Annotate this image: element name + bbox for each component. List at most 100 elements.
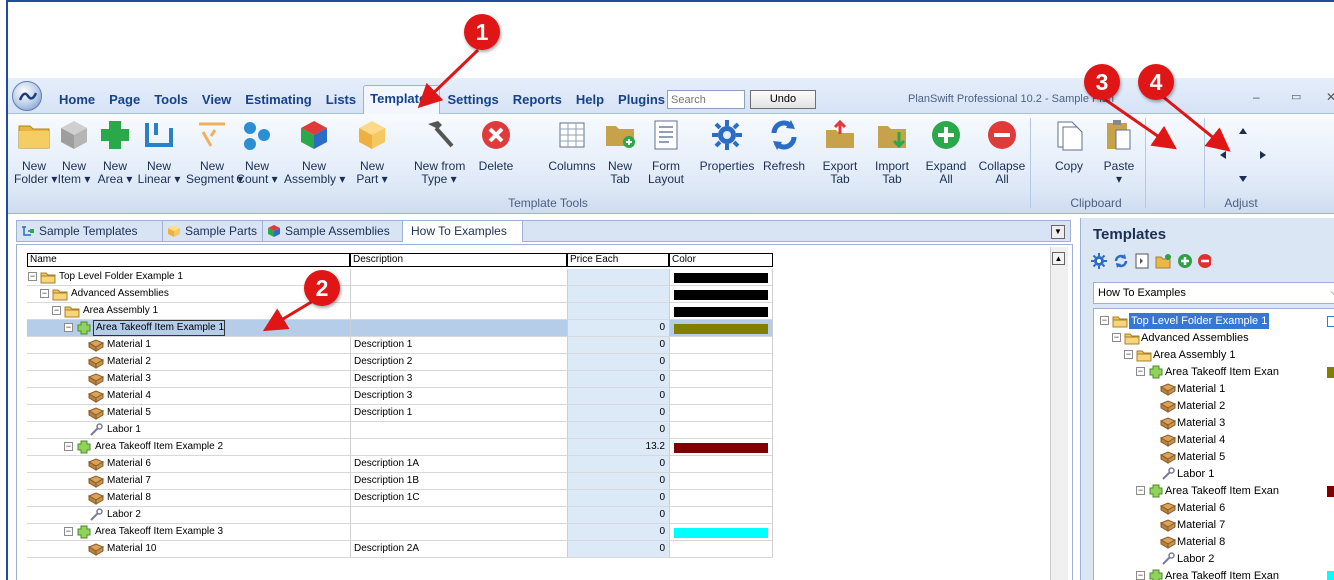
description-cell[interactable] [350,524,567,541]
table-row[interactable]: Material 8 Description 1C 0 [27,490,773,507]
collapse-toggle-icon[interactable]: − [1136,571,1145,580]
collapse-toggle-icon[interactable]: − [64,442,73,451]
table-row[interactable]: Material 10 Description 2A 0 [27,541,773,558]
color-cell[interactable] [669,286,773,303]
name-cell[interactable]: Material 7 [27,473,350,490]
name-cell[interactable]: Labor 1 [27,422,350,439]
collapse-toggle-icon[interactable]: − [40,289,49,298]
name-cell[interactable]: − Area Takeoff Item Example 3 [27,524,350,541]
name-cell[interactable]: Material 1 [27,337,350,354]
description-cell[interactable] [350,422,567,439]
menu-tab-tools[interactable]: Tools [147,92,195,114]
name-cell[interactable]: − Advanced Assemblies [27,286,350,303]
search-input[interactable] [667,90,745,109]
grid-scrollbar[interactable] [1050,247,1068,580]
tree-item[interactable]: Material 6 [1094,500,1334,517]
color-cell[interactable] [669,388,773,405]
collapse-toggle-icon[interactable]: − [28,272,37,281]
color-cell[interactable] [669,422,773,439]
color-cell[interactable] [669,405,773,422]
app-orb-button[interactable] [12,81,42,111]
tree-item[interactable]: Material 3 [1094,415,1334,432]
tree-item[interactable]: Material 7 [1094,517,1334,534]
color-cell[interactable] [669,320,773,337]
table-row[interactable]: Material 5 Description 10 [27,405,773,422]
new-item-button[interactable]: New Item ▾ [54,118,94,196]
new-linear-button[interactable]: New Linear ▾ [136,118,182,196]
color-cell[interactable] [669,269,773,286]
refresh-button[interactable]: Refresh [756,118,812,196]
table-row[interactable]: − Area Takeoff Item Example 3 0 [27,524,773,541]
import-tab-button[interactable]: Import Tab [870,118,914,196]
table-row[interactable]: Material 1 Description 10 [27,337,773,354]
new-segment-button[interactable]: New Segment ▾ [186,118,243,196]
table-row[interactable]: Labor 2 0 [27,507,773,524]
menu-tab-home[interactable]: Home [52,92,102,114]
doc-tab-how-to-examples[interactable]: How To Examples [403,221,523,242]
new-folder-icon[interactable] [1155,254,1171,269]
new-count-button[interactable]: New Count ▾ [234,118,280,196]
table-row[interactable]: Material 2 Description 20 [27,354,773,371]
table-row[interactable]: − Top Level Folder Example 1 [27,269,773,286]
description-cell[interactable] [350,303,567,320]
tree-item[interactable]: Material 5 [1094,449,1334,466]
add-icon[interactable] [1178,254,1192,268]
price-each-cell[interactable]: 0 [567,337,669,354]
new-part-button[interactable]: New Part ▾ [350,118,394,196]
maximize-icon[interactable]: ▭ [1291,90,1311,103]
minimize-icon[interactable]: – [1253,90,1273,104]
collapse-toggle-icon[interactable]: − [1100,316,1109,325]
price-each-cell[interactable]: 13.2 [567,439,669,456]
remove-icon[interactable] [1198,254,1212,268]
tree-item[interactable]: − Area Takeoff Item Exan [1094,483,1334,500]
price-each-cell[interactable]: 0 [567,507,669,524]
table-row[interactable]: − Area Takeoff Item Example 1 0 [27,320,773,337]
description-cell[interactable] [350,286,567,303]
new-area-button[interactable]: New Area ▾ [97,118,133,196]
table-row[interactable]: − Area Assembly 1 [27,303,773,320]
description-cell[interactable]: Description 2A [350,541,567,558]
menu-tab-plugins[interactable]: Plugins [611,92,672,114]
properties-gear-icon[interactable] [1091,253,1107,269]
tree-item[interactable]: Material 1 [1094,381,1334,398]
paste-button[interactable]: Paste ▾ [1096,118,1142,196]
new-folder-button[interactable]: New Folder ▾ [14,118,57,196]
scroll-up-icon[interactable]: ▲ [1052,252,1065,265]
price-each-cell[interactable]: 0 [567,320,669,337]
name-cell[interactable]: − Top Level Folder Example 1 [27,269,350,286]
price-each-cell[interactable]: 0 [567,456,669,473]
collapse-all-button[interactable]: Collapse All [970,118,1034,196]
expand-all-button[interactable]: Expand All [924,118,968,196]
color-cell[interactable] [669,473,773,490]
menu-tab-templates[interactable]: Templates [363,85,441,115]
price-each-cell[interactable]: 0 [567,405,669,422]
table-row[interactable]: Material 7 Description 1B 0 [27,473,773,490]
name-cell[interactable]: Material 2 [27,354,350,371]
column-icon[interactable] [1135,253,1149,269]
refresh-icon[interactable] [1114,254,1128,268]
menu-tab-page[interactable]: Page [102,92,147,114]
table-row[interactable]: Material 6 Description 1A 0 [27,456,773,473]
template-select[interactable]: How To Examples ⌵ [1093,282,1334,304]
new-from-type-button[interactable]: New from Type ▾ [414,118,465,196]
price-each-cell[interactable]: 0 [567,490,669,507]
column-header-description[interactable]: Description [350,253,567,267]
color-cell[interactable] [669,337,773,354]
name-cell[interactable]: Material 3 [27,371,350,388]
description-cell[interactable] [350,507,567,524]
collapse-toggle-icon[interactable]: − [64,323,73,332]
table-row[interactable]: Material 4 Description 30 [27,388,773,405]
collapse-toggle-icon[interactable]: − [1136,486,1145,495]
price-each-cell[interactable]: 0 [567,524,669,541]
close-icon[interactable]: ✕ [1326,90,1334,104]
color-cell[interactable] [669,371,773,388]
price-each-cell[interactable] [567,286,669,303]
name-cell[interactable]: − Area Takeoff Item Example 2 [27,439,350,456]
tree-item[interactable]: Material 8 [1094,534,1334,551]
description-cell[interactable]: Description 1C [350,490,567,507]
collapse-toggle-icon[interactable]: − [1112,333,1121,342]
table-row[interactable]: Material 3 Description 30 [27,371,773,388]
price-each-cell[interactable]: 0 [567,371,669,388]
menu-tab-settings[interactable]: Settings [440,92,505,114]
price-each-cell[interactable] [567,303,669,320]
